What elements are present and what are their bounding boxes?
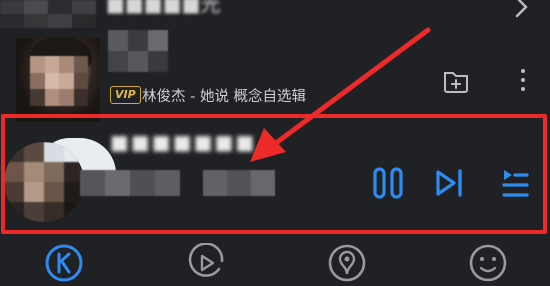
kugou-home-icon[interactable] [44,243,84,283]
video-play-icon[interactable] [186,243,226,283]
live-listen-icon[interactable] [327,243,367,283]
smiley-profile-icon[interactable] [468,243,508,283]
